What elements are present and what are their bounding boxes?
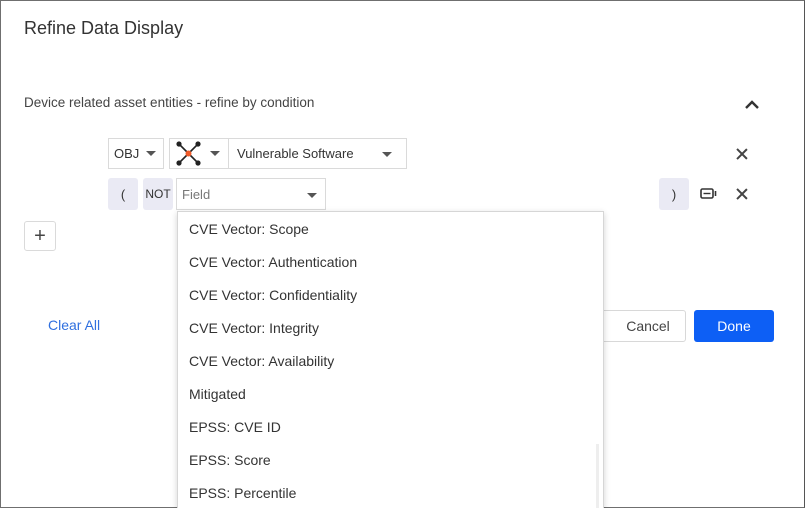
dropdown-scrollbar[interactable] [596, 444, 599, 508]
chevron-up-icon[interactable] [743, 97, 761, 111]
done-button[interactable]: Done [694, 310, 774, 342]
close-icon[interactable] [734, 146, 750, 162]
dropdown-item[interactable]: EPSS: Score [178, 443, 603, 476]
dropdown-item[interactable]: EPSS: Percentile [178, 476, 603, 508]
dialog-title: Refine Data Display [24, 18, 184, 38]
field-placeholder: Field [182, 186, 211, 202]
section-title: Device related asset entities - refine b… [24, 95, 315, 110]
network-node-icon [175, 140, 202, 167]
chevron-down-icon [210, 151, 220, 156]
dropdown-item[interactable]: CVE Vector: Authentication [178, 245, 603, 278]
entity-label: Vulnerable Software [237, 146, 354, 161]
chevron-down-icon [307, 193, 317, 198]
obj-label: OBJ [114, 146, 140, 161]
dropdown-item[interactable]: Mitigated [178, 377, 603, 410]
condition-settings-icon[interactable] [700, 187, 718, 201]
dropdown-item[interactable]: CVE Vector: Integrity [178, 311, 603, 344]
dropdown-item[interactable]: EPSS: CVE ID [178, 410, 603, 443]
dropdown-item[interactable]: CVE Vector: Availability [178, 344, 603, 377]
entity-selector[interactable]: Vulnerable Software [228, 138, 407, 169]
dropdown-item[interactable]: CVE Vector: Scope [178, 212, 603, 245]
chevron-down-icon [146, 151, 157, 156]
entity-type-selector[interactable] [169, 138, 229, 169]
dropdown-item[interactable]: CVE Vector: Confidentiality [178, 278, 603, 311]
open-paren-button[interactable]: ( [108, 178, 138, 210]
clear-all-link[interactable]: Clear All [48, 317, 100, 333]
obj-selector[interactable]: OBJ [108, 138, 164, 169]
refine-dialog: Refine Data Display Device related asset… [0, 0, 805, 508]
cancel-button[interactable]: Cancel [596, 310, 686, 342]
field-dropdown-list: CVE Vector: Scope CVE Vector: Authentica… [177, 211, 604, 508]
add-condition-button[interactable]: + [24, 221, 56, 251]
not-button[interactable]: NOT [143, 178, 173, 210]
close-icon[interactable] [734, 186, 750, 202]
field-selector[interactable]: Field [176, 178, 326, 210]
close-paren-button[interactable]: ) [659, 178, 689, 210]
chevron-down-icon [382, 152, 392, 157]
